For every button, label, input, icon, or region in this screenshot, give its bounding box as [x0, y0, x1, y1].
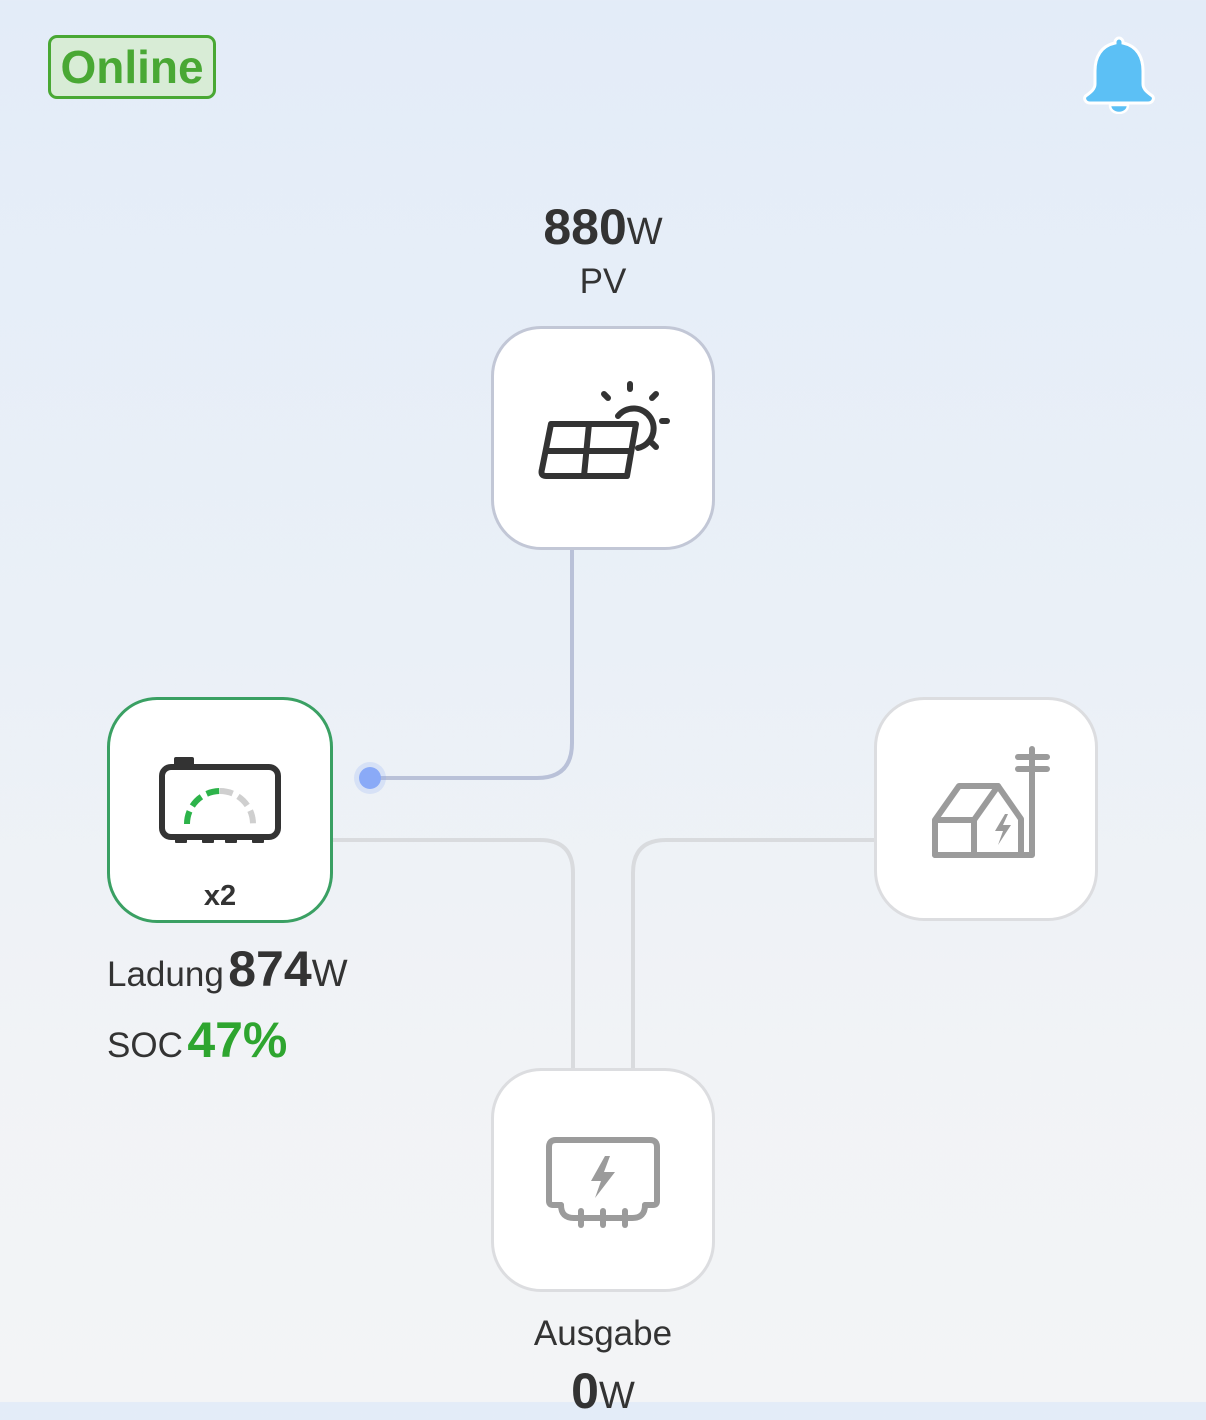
- output-power-readout: 0W: [491, 1362, 715, 1420]
- battery-info: Ladung 874W SOC 47%: [107, 940, 348, 1082]
- output-power-value: 0: [571, 1363, 599, 1419]
- grid-node[interactable]: [874, 697, 1098, 921]
- output-label: Ausgabe: [533, 1314, 673, 1353]
- charge-label: Ladung: [107, 955, 224, 994]
- battery-node[interactable]: x2: [107, 697, 333, 923]
- charge-value: 874: [228, 941, 312, 997]
- pv-power-value: 880: [543, 199, 627, 255]
- battery-count: x2: [203, 880, 237, 912]
- house-grid-icon: [932, 746, 1050, 858]
- charge-unit: W: [311, 953, 348, 995]
- solar-panel-sun-icon: [538, 381, 670, 479]
- soc-value: 47%: [187, 1012, 288, 1068]
- pv-node[interactable]: [491, 326, 715, 550]
- pv-label: PV: [579, 262, 627, 301]
- output-node[interactable]: [491, 1068, 715, 1292]
- charge-line: Ladung 874W: [107, 940, 348, 1011]
- power-output-icon: [546, 1137, 660, 1228]
- pv-power-unit: W: [626, 211, 663, 253]
- pv-power-readout: 880W: [503, 198, 703, 256]
- soc-line: SOC 47%: [107, 1011, 348, 1082]
- soc-label: SOC: [107, 1026, 183, 1065]
- output-power-unit: W: [598, 1375, 635, 1417]
